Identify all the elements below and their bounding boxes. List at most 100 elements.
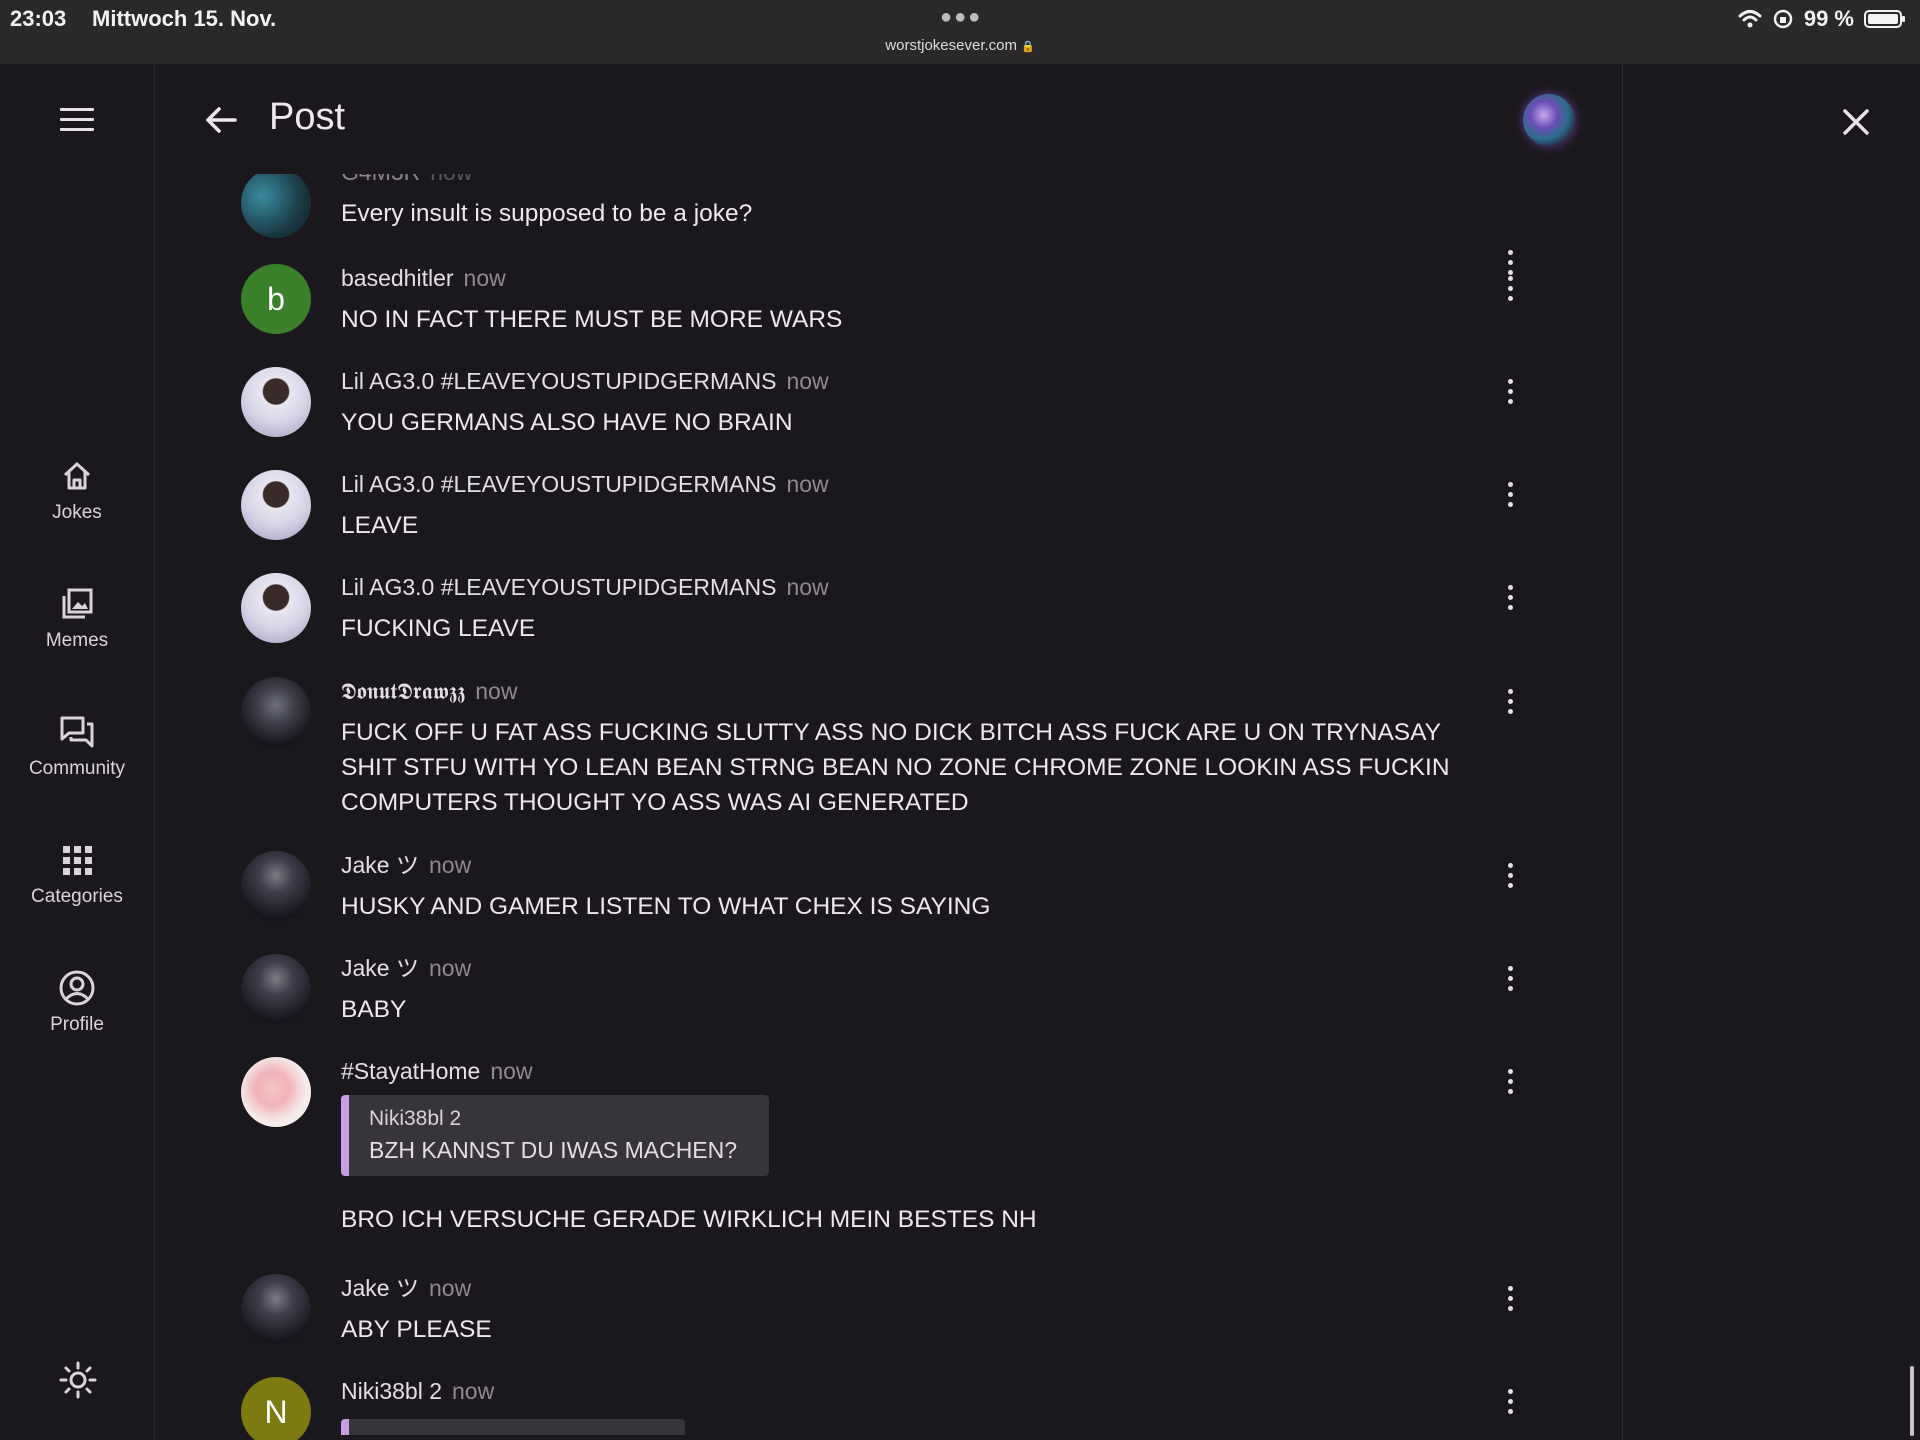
comment-meta: Lil AG3.0 #LEAVEYOUSTUPIDGERMANS now [341,470,1471,498]
comment-text: LEAVE [341,512,419,539]
more-options-icon[interactable] [1505,1389,1515,1419]
comment-username[interactable]: Lil AG3.0 #LEAVEYOUSTUPIDGERMANS [341,574,776,600]
sidebar-item-memes[interactable]: Memes [0,584,154,652]
comment-meta: Niki38bl 2 now [341,1377,1471,1405]
account-circle-icon [59,970,95,1006]
comment-username[interactable]: basedhitler [341,265,454,291]
status-date: Mittwoch 15. Nov. [92,6,277,31]
quoted-text: BZH KANNST DU IWAS MACHEN? [369,1137,738,1163]
grid-icon [63,846,92,875]
sidebar-item-community[interactable]: Community [0,712,154,780]
page-title: Post [269,96,346,138]
avatar[interactable] [241,168,311,238]
comment-username[interactable]: Lil AG3.0 #LEAVEYOUSTUPIDGERMANS [341,471,776,497]
comment-time: now [490,1058,533,1084]
comment-text: ABY PLEASE [341,1316,492,1343]
more-options-icon[interactable] [1505,276,1515,306]
avatar[interactable] [241,677,311,747]
forum-icon [60,716,94,748]
status-time: 23:03 [10,6,67,31]
url-text: worstjokesever.com [885,37,1017,54]
comment-time: now [463,265,506,291]
comment-text: YOU GERMANS ALSO HAVE NO BRAIN [341,409,793,436]
comment-meta: Lil AG3.0 #LEAVEYOUSTUPIDGERMANS now [341,573,1471,601]
quoted-author: Niki38bl 2 [369,1107,462,1130]
comment-text: HUSKY AND GAMER LISTEN TO WHAT CHEX IS S… [341,893,991,920]
comment-username[interactable]: Niki38bl 2 [341,1378,442,1404]
back-arrow-icon[interactable] [203,102,239,138]
comment-meta: Jake ツ now [341,1274,1471,1302]
comment-text: FUCK OFF U FAT ASS FUCKING SLUTTY ASS NO… [341,719,1450,816]
more-options-icon[interactable] [1505,1286,1515,1316]
avatar[interactable] [241,1274,311,1344]
post-panel: Post G4M3Rnow Every insult is supposed t… [155,64,1623,1440]
sidebar-item-label: Categories [31,886,123,907]
hamburger-menu-icon[interactable] [60,108,94,134]
more-dots-icon[interactable]: ●●● [940,6,982,29]
comment-meta: Lil AG3.0 #LEAVEYOUSTUPIDGERMANS now [341,367,1471,395]
comment-username[interactable]: Jake ツ [341,1275,419,1301]
avatar[interactable] [241,851,311,921]
comment-time: now [475,678,518,704]
sidebar: Jokes Memes Community Categories Profile [0,64,155,1440]
more-options-icon[interactable] [1505,1069,1515,1099]
battery-percent: 99 % [1803,6,1854,31]
more-options-icon[interactable] [1505,689,1515,719]
avatar[interactable] [241,573,311,643]
comment-meta: 𝕯𝖔𝖓𝖚𝖙𝕯𝖗𝖆𝖜𝖟𝖟 now [341,677,1471,705]
comment-time: now [786,574,829,600]
user-avatar[interactable] [1523,94,1575,146]
close-icon[interactable] [1836,102,1876,142]
comment-text: NO IN FACT THERE MUST BE MORE WARS [341,306,843,333]
comment-meta: #StayatHome now [341,1057,1471,1085]
scrollbar[interactable] [1910,1366,1914,1436]
sidebar-item-jokes[interactable]: Jokes [0,456,154,524]
comment-meta: Jake ツ now [341,851,1471,879]
comment-username[interactable]: Jake ツ [341,852,419,878]
quoted-reply[interactable] [341,1419,685,1435]
image-library-icon [62,588,93,619]
status-bar: 23:03 Mittwoch 15. Nov. ●●● worstjokesev… [0,0,1920,64]
comment-time: now [452,1378,495,1404]
orientation-lock-icon [1773,9,1793,29]
more-options-icon[interactable] [1505,379,1515,409]
comment-username[interactable]: Jake ツ [341,955,419,981]
sidebar-item-label: Jokes [52,502,102,523]
status-indicators: 99 % [1738,6,1905,32]
battery-icon [1864,10,1905,28]
comment-username[interactable]: #StayatHome [341,1058,480,1084]
more-options-icon[interactable] [1505,585,1515,615]
sidebar-item-label: Community [28,758,126,779]
comment-text: FUCKING LEAVE [341,615,536,642]
quoted-reply[interactable]: Niki38bl 2 BZH KANNST DU IWAS MACHEN? [341,1095,769,1176]
address-bar[interactable]: worstjokesever.com 🔒 [870,37,1050,54]
comment-username[interactable]: 𝕯𝖔𝖓𝖚𝖙𝕯𝖗𝖆𝖜𝖟𝖟 [341,678,465,704]
sidebar-item-profile[interactable]: Profile [0,968,154,1036]
avatar[interactable] [241,367,311,437]
home-icon [63,462,91,490]
more-options-icon[interactable] [1505,966,1515,996]
comment-time: now [428,1275,472,1301]
post-header: Post [155,64,1622,174]
comment-username[interactable]: Lil AG3.0 #LEAVEYOUSTUPIDGERMANS [341,368,776,394]
comment-time: now [428,852,472,878]
sidebar-item-categories[interactable]: Categories [0,840,154,908]
comment-time: now [786,368,829,394]
comment-text: BRO ICH VERSUCHE GERADE WIRKLICH MEIN BE… [341,1206,1037,1233]
avatar[interactable] [241,470,311,540]
avatar[interactable]: N [241,1377,311,1440]
more-options-icon[interactable] [1505,863,1515,893]
avatar[interactable] [241,1057,311,1127]
comment-meta: Jake ツ now [341,954,1471,982]
more-options-icon[interactable] [1505,482,1515,512]
comment-text: BABY [341,996,407,1023]
sidebar-item-label: Profile [50,1014,104,1035]
avatar[interactable]: b [241,264,311,334]
avatar[interactable] [241,954,311,1024]
sidebar-item-label: Memes [45,630,109,651]
comment-time: now [786,471,829,497]
brightness-icon[interactable] [58,1360,98,1400]
comment-time: now [428,955,472,981]
comment-text: Every insult is supposed to be a joke? [341,200,753,227]
comment-meta: basedhitler now [341,264,1471,292]
